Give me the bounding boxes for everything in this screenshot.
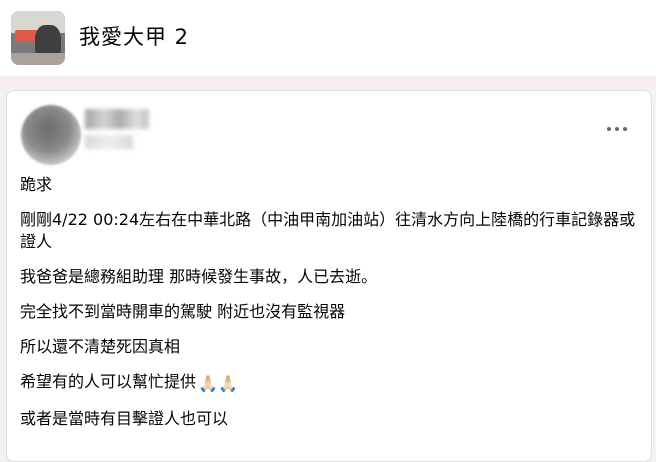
author-name-blurred[interactable] <box>85 109 149 129</box>
post-paragraph: 所以還不清楚死因真相 <box>20 337 181 356</box>
group-avatar-ground <box>11 53 65 65</box>
more-horizontal-icon-dot <box>615 127 619 131</box>
header-divider <box>0 76 656 90</box>
praying-hands-icon: 🙏🏻🙏🏻 <box>198 374 238 393</box>
group-name[interactable]: 我愛大甲 2 <box>79 23 189 51</box>
author-avatar-blurred[interactable] <box>21 105 81 165</box>
more-horizontal-icon <box>607 127 611 131</box>
post-paragraph: 剛剛4/22 00:24左右在中華北路（中油甲南加油站）往清水方向上陸橋的行車記… <box>20 210 636 251</box>
post-card: 跪求 剛剛4/22 00:24左右在中華北路（中油甲南加油站）往清水方向上陸橋的… <box>6 90 652 462</box>
post-paragraph-text: 希望有的人可以幫忙提供 <box>20 372 197 391</box>
more-horizontal-icon-dot <box>623 127 627 131</box>
post-paragraph: 完全找不到當時開車的駕駛 附近也沒有監視器 <box>20 302 346 321</box>
post-paragraph: 我爸爸是總務組助理 那時候發生事故，人已去逝。 <box>20 267 378 286</box>
post-paragraph: 希望有的人可以幫忙提供 🙏🏻🙏🏻 <box>20 371 640 395</box>
group-avatar[interactable] <box>11 11 65 65</box>
post-body: 跪求 剛剛4/22 00:24左右在中華北路（中油甲南加油站）往清水方向上陸橋的… <box>20 174 640 443</box>
post-paragraph: 或者是當時有目擊證人也可以 <box>20 409 229 428</box>
post-timestamp-blurred[interactable] <box>85 135 133 149</box>
post-paragraph: 跪求 <box>20 175 53 194</box>
more-options-button[interactable] <box>603 117 631 141</box>
group-header: 我愛大甲 2 <box>0 0 656 77</box>
